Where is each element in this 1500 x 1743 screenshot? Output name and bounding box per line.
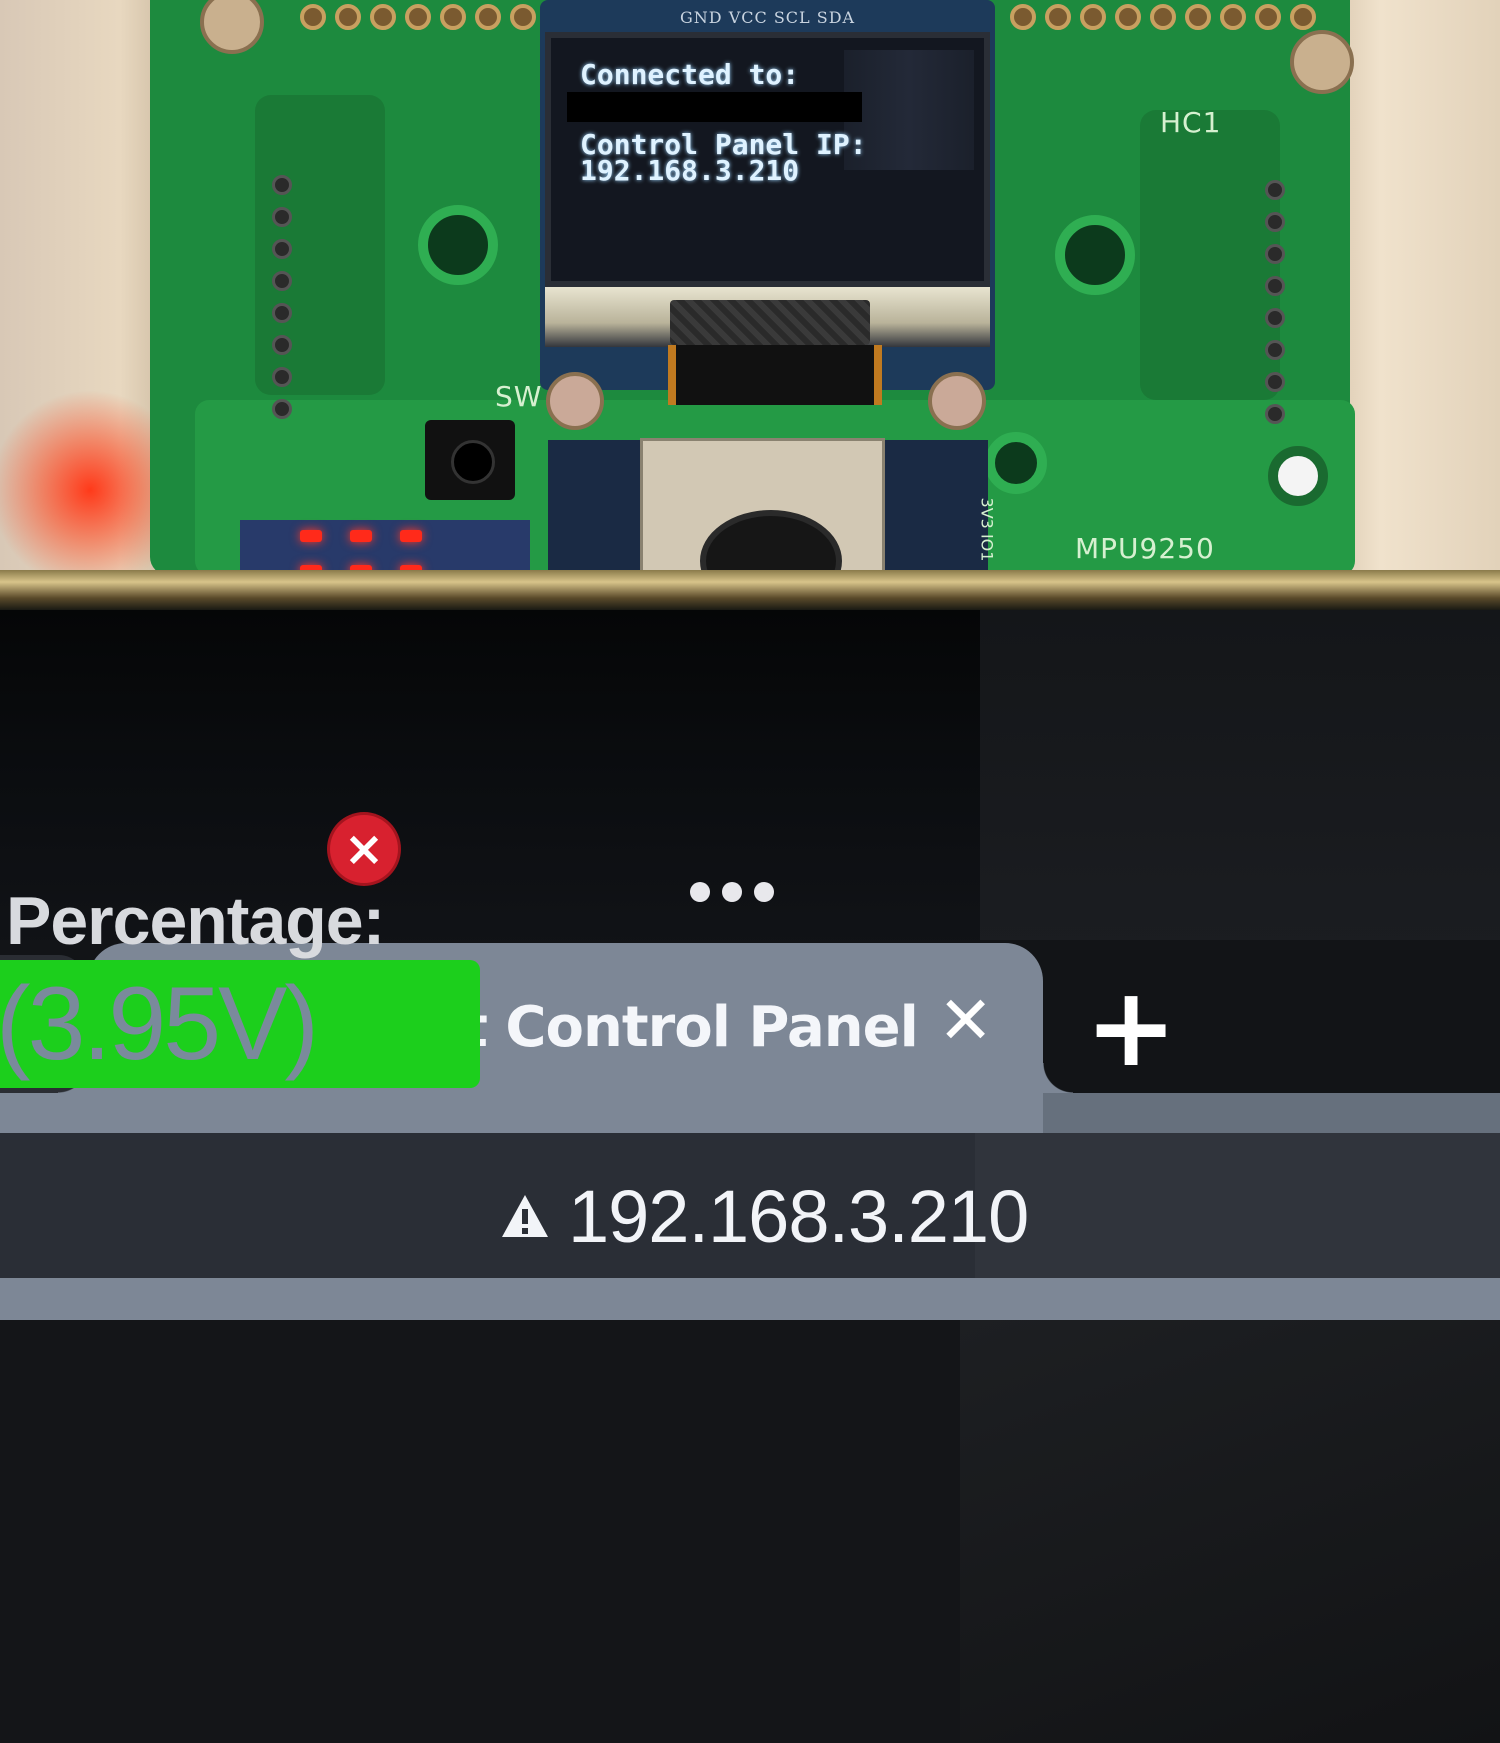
page-content xyxy=(0,1320,1500,1743)
mount-hole xyxy=(1268,446,1328,506)
toolbar-band xyxy=(0,1093,1500,1133)
ribbon-cable xyxy=(670,300,870,345)
error-badge-label: × xyxy=(343,821,385,877)
phone-screen: ✕ CubeSat Control Panel ✕ + 192.168.3.21… xyxy=(0,610,1500,1743)
header-pins-right xyxy=(1010,0,1316,30)
pcb-section-right xyxy=(1140,110,1280,400)
mount-hole xyxy=(418,205,498,285)
mount-hole xyxy=(1055,215,1135,295)
switch-label: SW xyxy=(495,380,543,413)
standoff xyxy=(928,372,986,430)
cam-pin-label: 3V3 IO1 xyxy=(977,497,997,562)
oled-ip-text: Control Panel IP: 192.168.3.210 xyxy=(580,128,867,187)
pin-column-left xyxy=(272,175,292,419)
address-underline-band xyxy=(0,1278,1500,1320)
sensor-label: MPU9250 xyxy=(1075,532,1215,565)
new-tab-button[interactable]: + xyxy=(1085,972,1177,1082)
url-text[interactable]: 192.168.3.210 xyxy=(568,1174,1029,1259)
standoff xyxy=(546,372,604,430)
oled-connected-label: Connected to: xyxy=(580,58,800,91)
standoff xyxy=(1290,30,1354,94)
mount-hole xyxy=(985,432,1047,494)
red-glow xyxy=(0,380,150,600)
oled-pin-label: GND VCC SCL SDA xyxy=(680,8,856,27)
tab-close-icon[interactable]: ✕ xyxy=(938,988,993,1054)
battery-percentage-label: Percentage: xyxy=(6,883,385,959)
hc-label: HC1 xyxy=(1160,106,1222,139)
ribbon-connector xyxy=(668,345,882,405)
screenshot-stage: GND VCC SCL SDA Connected to: Control Pa… xyxy=(0,0,1500,1743)
error-close-icon[interactable]: × xyxy=(330,815,398,883)
more-dots-icon[interactable] xyxy=(690,882,774,902)
tactile-button xyxy=(425,420,515,500)
pin-column-right xyxy=(1265,180,1285,424)
redacted-ssid xyxy=(567,92,862,122)
battery-voltage-value: (3.95V) xyxy=(0,966,319,1082)
warning-triangle-icon[interactable] xyxy=(500,1193,550,1239)
hardware-photo: GND VCC SCL SDA Connected to: Control Pa… xyxy=(0,0,1500,600)
device-edge xyxy=(0,570,1500,610)
